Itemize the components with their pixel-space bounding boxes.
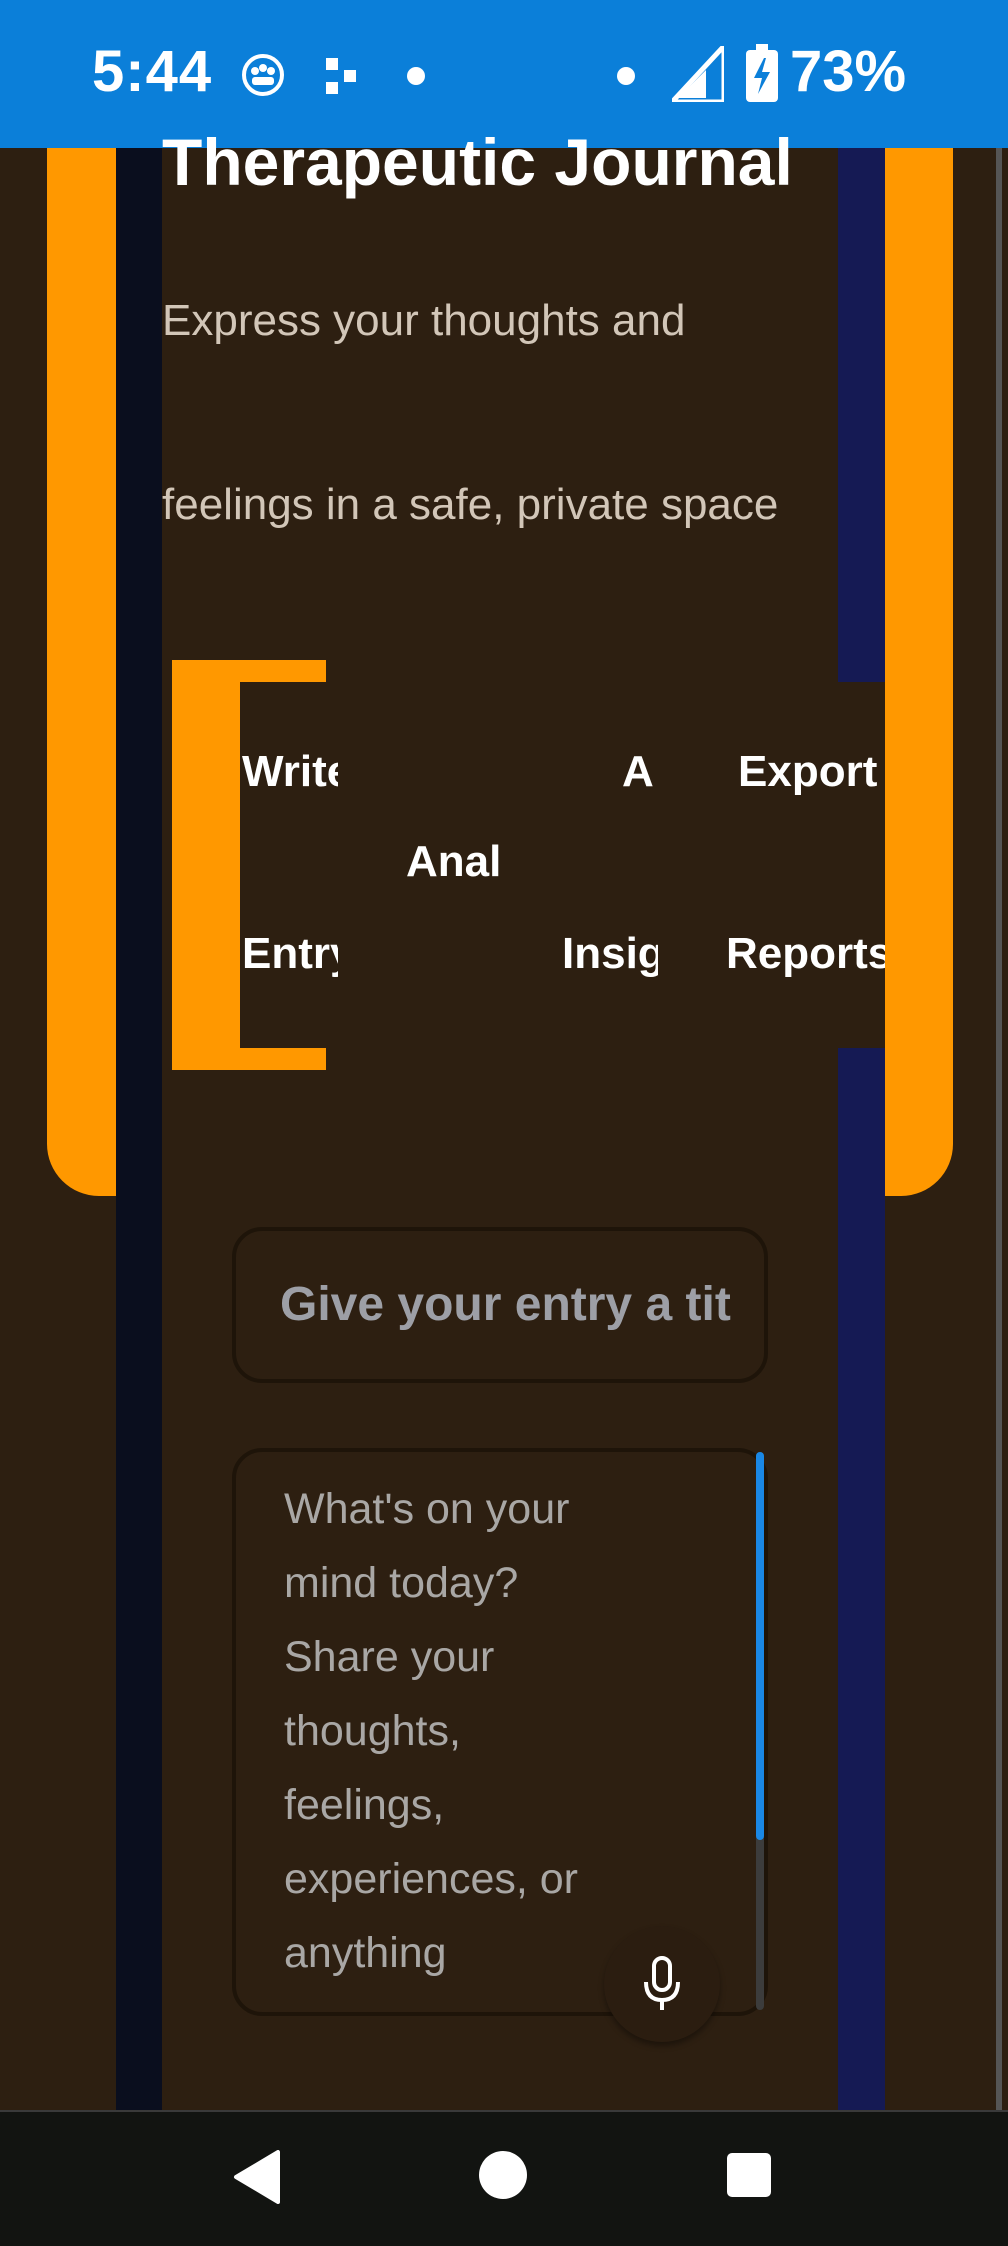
battery-percentage: 73% xyxy=(790,39,907,104)
active-tab-indicator-bottom xyxy=(172,1048,326,1070)
recents-icon[interactable] xyxy=(726,2152,772,2198)
home-icon[interactable] xyxy=(478,2150,528,2200)
microphone-icon xyxy=(644,1956,680,2010)
entry-body-textarea[interactable]: What's on your mind today? Share your th… xyxy=(232,1448,768,2016)
system-nav-bar xyxy=(0,2110,1008,2246)
battery-charging-icon xyxy=(746,44,778,102)
status-time: 5:44 xyxy=(92,39,213,104)
left-strip xyxy=(116,148,162,2110)
signal-icon xyxy=(672,46,724,102)
tab-write-entry-line2: Entry xyxy=(242,929,338,978)
voice-input-button[interactable] xyxy=(604,1926,720,2042)
page-scrollbar xyxy=(996,148,1002,2110)
page-subtitle-line1: Express your thoughts and xyxy=(162,296,686,345)
back-icon[interactable] xyxy=(232,2150,280,2204)
tab-analytics-line1: Anal xyxy=(406,837,502,886)
tab-bar xyxy=(240,682,885,1048)
tab-ai-insights-line2: Insig xyxy=(562,929,658,978)
page-title: Therapeutic Journal xyxy=(162,125,793,199)
privacy-icon xyxy=(242,54,284,96)
entry-title-input[interactable]: Give your entry a tit xyxy=(232,1227,768,1383)
dot-icon xyxy=(407,67,425,85)
tab-export-reports-line1: Export xyxy=(738,747,878,796)
tab-export-reports-line2: Reports xyxy=(726,929,885,978)
tab-ai-insights-line1: AI xyxy=(622,747,656,796)
tab-write-entry-line1: Write xyxy=(242,747,338,796)
right-strip xyxy=(838,148,885,2110)
active-tab-indicator-side xyxy=(172,660,240,1070)
app-notification-icon xyxy=(326,58,356,94)
page-subtitle-line2: feelings in a safe, private space xyxy=(162,480,779,529)
dot-icon xyxy=(617,67,635,85)
textarea-scrollbar-thumb[interactable] xyxy=(756,1452,764,1840)
entry-body-placeholder: What's on your mind today? Share your th… xyxy=(284,1485,578,1977)
